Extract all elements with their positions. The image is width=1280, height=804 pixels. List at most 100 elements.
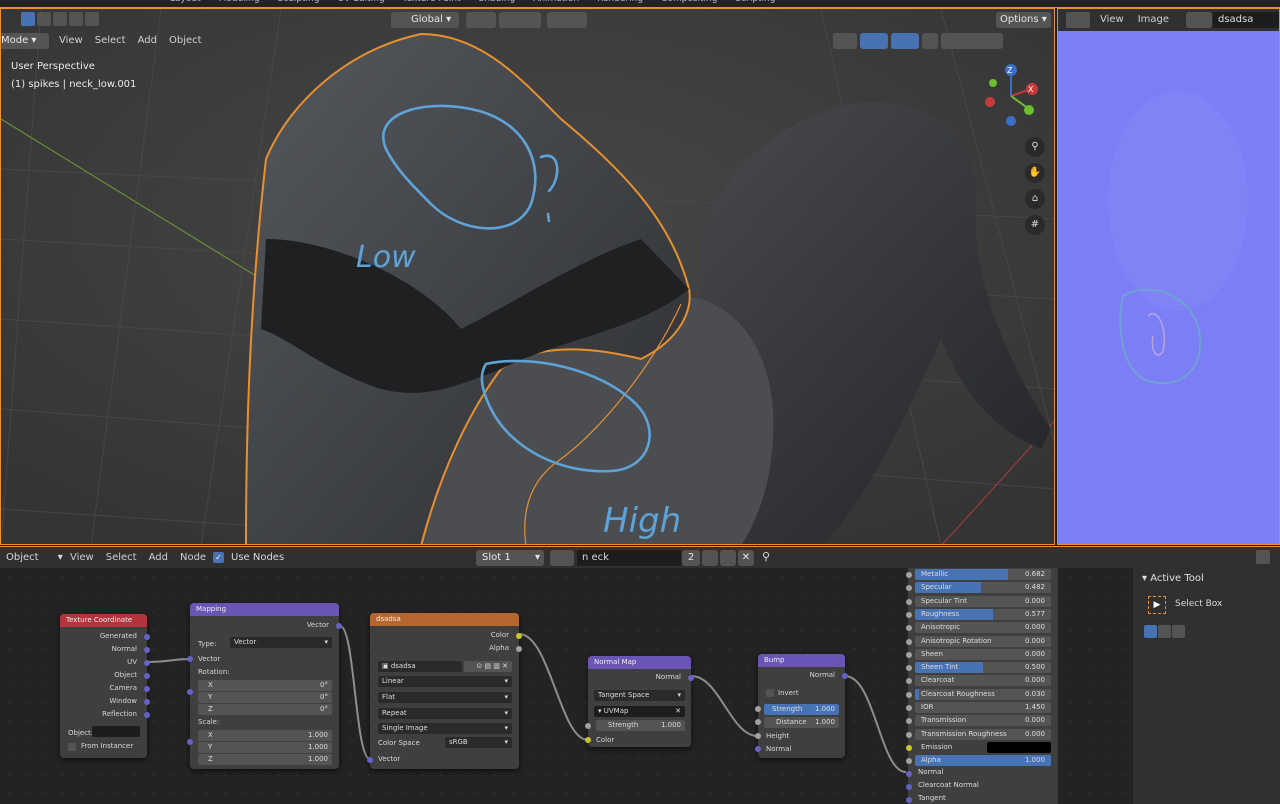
- image-texture-node[interactable]: dsadsa Color Alpha ▣ dsadsa ⊙ ▤ ▥ ✕ Line…: [367, 613, 522, 769]
- 3d-viewport[interactable]: Low High Z X Mode ▾ Global ▾ Options ▾ V…: [0, 8, 1055, 545]
- workspace-tab[interactable]: Scripting: [735, 0, 775, 6]
- bump-distance-socket[interactable]: [755, 719, 761, 725]
- mode-subtract-icon[interactable]: [1172, 625, 1185, 638]
- uvmap-field[interactable]: ▾ UVMap ✕: [594, 706, 685, 717]
- active-tool-title[interactable]: ▾ Active Tool: [1142, 573, 1204, 584]
- ortho-grid-icon[interactable]: #: [1025, 215, 1045, 235]
- editor-type-icon[interactable]: [1066, 12, 1090, 28]
- invert-checkbox[interactable]: [766, 689, 774, 697]
- texcoord-socket-camera[interactable]: [144, 686, 150, 692]
- zoom-icon[interactable]: ⚲: [1025, 137, 1045, 157]
- mapping-node[interactable]: Mapping Vector Type: Vector ▾ Vector Rota…: [187, 603, 342, 769]
- interpolation-select[interactable]: Linear ▾: [378, 676, 512, 687]
- rot-z-field[interactable]: Z 0°: [198, 704, 332, 715]
- bsdf-sheen-field[interactable]: Sheen 0.000: [915, 648, 1051, 660]
- bsdf-socket[interactable]: [906, 691, 912, 698]
- normal-map-color-socket[interactable]: [585, 737, 591, 743]
- options-button[interactable]: Options ▾: [996, 12, 1051, 28]
- bsdf-socket[interactable]: [906, 651, 912, 658]
- texture-coordinate-header[interactable]: Texture Coordinate: [60, 614, 147, 627]
- image-alpha-socket[interactable]: [516, 646, 522, 652]
- bsdf-socket[interactable]: [906, 705, 912, 711]
- workspace-tab[interactable]: Compositing: [661, 0, 717, 6]
- extension-select[interactable]: Repeat ▾: [378, 708, 512, 719]
- mapping-out-socket[interactable]: [336, 623, 342, 629]
- bsdf-transmission-roughness-field[interactable]: Transmission Roughness 0.000: [915, 728, 1051, 740]
- texcoord-socket-reflection[interactable]: [144, 712, 150, 718]
- bsdf-socket[interactable]: [906, 731, 912, 738]
- node-menu-node[interactable]: Node: [180, 552, 206, 563]
- texcoord-socket-window[interactable]: [144, 699, 150, 705]
- node-menu-view[interactable]: View: [70, 552, 94, 563]
- workspace-tab[interactable]: Layout: [170, 0, 201, 6]
- image-color-socket[interactable]: [516, 633, 522, 639]
- select-extend-icon[interactable]: [37, 12, 51, 26]
- viewport-menu-select[interactable]: Select: [95, 35, 126, 46]
- bump-strength-socket[interactable]: [755, 706, 761, 712]
- bsdf-socket[interactable]: [906, 638, 912, 645]
- select-invert-icon[interactable]: [69, 12, 83, 26]
- pin-icon[interactable]: ⚲: [762, 550, 770, 563]
- bump-height-socket[interactable]: [755, 733, 761, 739]
- bsdf-clearcoat-roughness-field[interactable]: Clearcoat Roughness 0.030: [915, 688, 1051, 700]
- bump-strength-field[interactable]: Strength 1.000: [764, 704, 839, 715]
- solid-shading-icon[interactable]: [941, 33, 1003, 49]
- duplicate-material-icon[interactable]: [720, 550, 736, 566]
- shading-buttons[interactable]: [833, 33, 1003, 49]
- bsdf-clearcoat-field[interactable]: Clearcoat 0.000: [915, 675, 1051, 687]
- bsdf-input-socket[interactable]: [906, 784, 912, 790]
- viewport-menu-object[interactable]: Object: [169, 35, 202, 46]
- normal-map-header[interactable]: Normal Map: [588, 656, 691, 669]
- image-texture-header[interactable]: dsadsa: [370, 613, 519, 626]
- workspace-tab[interactable]: Texture Paint: [403, 0, 461, 6]
- scale-socket[interactable]: [187, 739, 193, 745]
- bsdf-ior-field[interactable]: IOR 1.450: [915, 702, 1051, 713]
- bsdf-socket[interactable]: [906, 744, 912, 751]
- rot-x-field[interactable]: X 0°: [198, 680, 332, 691]
- image-menu-view[interactable]: View: [1100, 14, 1124, 25]
- material-name-field[interactable]: n eck: [577, 550, 681, 566]
- select-subtract-icon[interactable]: [53, 12, 67, 26]
- normal-strength-field[interactable]: Strength 1.000: [596, 720, 685, 731]
- texture-coordinate-node[interactable]: Texture Coordinate Generated Normal UV Obje…: [60, 614, 150, 758]
- bump-normal-socket[interactable]: [755, 746, 761, 752]
- mapping-type-select[interactable]: Vector ▾: [230, 637, 332, 648]
- mapping-in-socket[interactable]: [187, 656, 193, 662]
- select-new-icon[interactable]: [21, 12, 35, 26]
- bump-out-socket[interactable]: [842, 673, 848, 679]
- color-space-select[interactable]: sRGB ▾: [445, 737, 512, 748]
- bsdf-input-socket[interactable]: [906, 797, 912, 803]
- gizmo-icon[interactable]: [860, 33, 888, 49]
- bsdf-socket[interactable]: [906, 572, 912, 578]
- viewport-menu-add[interactable]: Add: [138, 35, 157, 46]
- slot-select[interactable]: Slot 1 ▾: [476, 550, 544, 566]
- scl-x-field[interactable]: X 1.000: [198, 730, 332, 741]
- mapping-header[interactable]: Mapping: [190, 603, 339, 616]
- scl-y-field[interactable]: Y 1.000: [198, 742, 332, 753]
- xray-icon[interactable]: [922, 33, 938, 49]
- mode-extend-icon[interactable]: [1158, 625, 1171, 638]
- workspace-tab[interactable]: Animation: [533, 0, 579, 6]
- scl-z-field[interactable]: Z 1.000: [198, 754, 332, 765]
- overlay-icon[interactable]: [891, 33, 919, 49]
- workspace-tab[interactable]: Sculpting: [278, 0, 320, 6]
- pan-hand-icon[interactable]: ✋: [1025, 163, 1045, 183]
- bsdf-roughness-field[interactable]: Roughness 0.577: [915, 608, 1051, 620]
- bsdf-anisotropic-field[interactable]: Anisotropic 0.000: [915, 622, 1051, 634]
- from-instancer-checkbox[interactable]: [68, 743, 76, 751]
- workspace-tab[interactable]: Shading: [479, 0, 516, 6]
- image-vector-socket[interactable]: [367, 757, 373, 763]
- texcoord-socket-normal[interactable]: [144, 647, 150, 653]
- material-browse-button[interactable]: [550, 550, 574, 566]
- bsdf-metallic-field[interactable]: Metallic 0.682: [915, 569, 1051, 580]
- pivot-button[interactable]: [466, 12, 496, 28]
- texcoord-socket-object[interactable]: [144, 673, 150, 679]
- bsdf-socket[interactable]: [906, 611, 912, 618]
- emission-color-swatch[interactable]: [987, 741, 1051, 753]
- bsdf-alpha-field[interactable]: Alpha 1.000: [915, 755, 1051, 767]
- select-box-icon[interactable]: ▶: [1148, 596, 1166, 614]
- texcoord-socket-generated[interactable]: [144, 634, 150, 640]
- image-node-buttons[interactable]: ⊙ ▤ ▥ ✕: [464, 661, 512, 672]
- workspace-tab[interactable]: Rendering: [597, 0, 643, 6]
- select-intersect-icon[interactable]: [85, 12, 99, 26]
